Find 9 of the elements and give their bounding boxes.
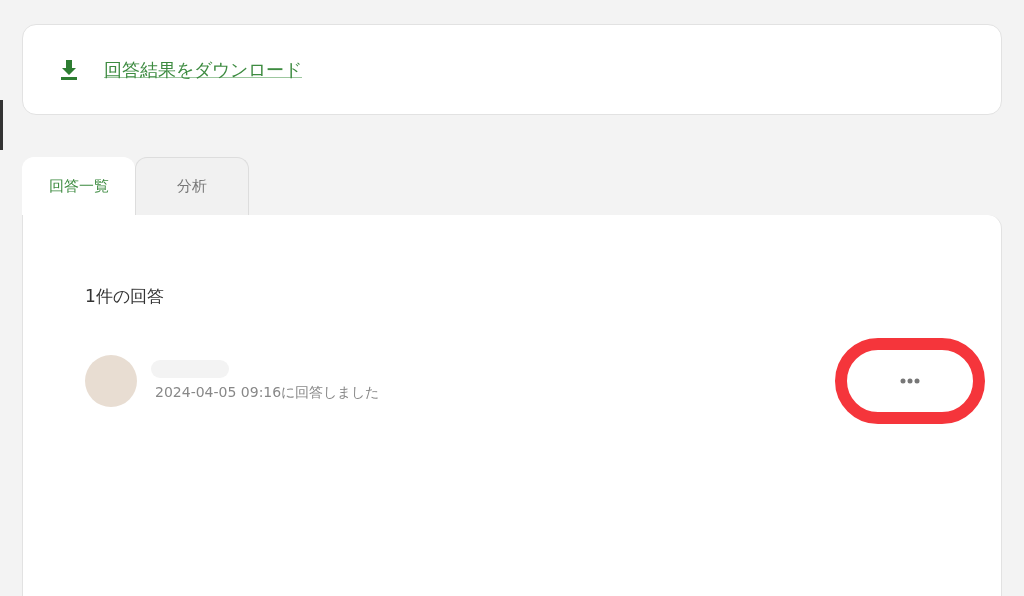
download-icon [60,59,78,80]
window-edge [0,100,3,150]
tab[interactable]: 分析 [135,157,249,215]
response-timestamp: 2024-04-05 09:16に回答しました [155,384,380,402]
response-count: 1件の回答 [85,285,165,308]
tab[interactable]: 回答一覧 [22,157,135,215]
download-link[interactable]: 回答結果をダウンロード [104,57,302,82]
avatar [85,355,137,407]
more-icon [900,378,920,384]
